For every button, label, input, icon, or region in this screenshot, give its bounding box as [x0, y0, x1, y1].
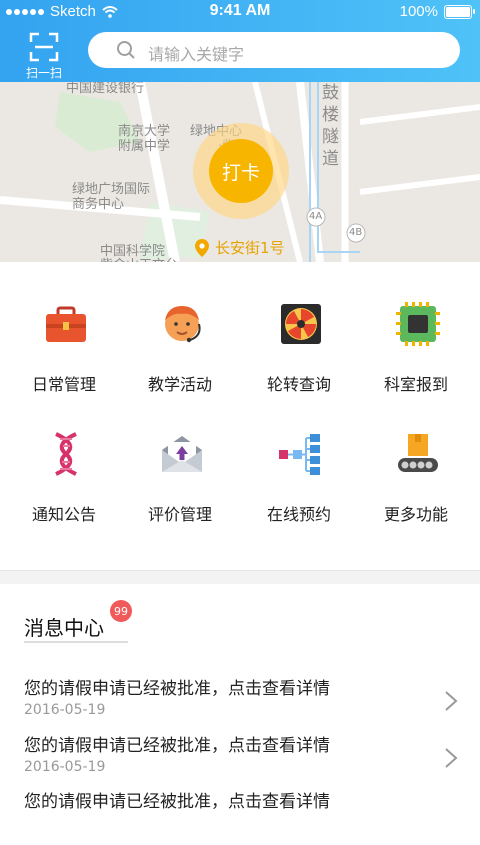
fan-icon: [281, 304, 321, 344]
function-evaluation-management[interactable]: 评价管理: [120, 392, 240, 524]
status-bar: Sketch 9:41 AM 100%: [0, 0, 480, 24]
current-location: 长安街1号: [195, 237, 285, 258]
search-input[interactable]: 请输入关键字: [88, 32, 460, 68]
map-label-bank: 中国建设银行: [66, 82, 145, 96]
title-underline: [24, 641, 128, 643]
function-department-checkin[interactable]: 科室报到: [356, 262, 476, 394]
function-online-booking[interactable]: 在线预约: [239, 392, 359, 524]
message-date: 2016-05-19: [24, 759, 106, 775]
app-header: Sketch 9:41 AM 100% 扫一扫 请输入关键字: [0, 0, 480, 82]
punch-in-button[interactable]: 打卡: [209, 139, 273, 203]
scan-label: 扫一扫: [25, 66, 62, 80]
map-label-school-line2: 附属中学: [118, 139, 171, 154]
teacher-icon: [165, 306, 201, 343]
function-label: 评价管理: [147, 505, 212, 524]
map-view[interactable]: 中国建设银行 南京大学 附属中学 绿地中心 ·紫 绿地广场国际 商务中心 中国科…: [0, 82, 480, 262]
map-label-academy-line2: 紫金山天文台: [100, 254, 178, 262]
function-rotation-query[interactable]: 轮转查询: [239, 262, 359, 394]
scan-button[interactable]: 扫一扫: [16, 30, 72, 80]
battery-icon: [444, 4, 475, 19]
message-item[interactable]: 您的请假申请已经被批准，点击查看详情: [24, 787, 464, 845]
briefcase-icon: [46, 306, 86, 342]
location-pin-icon: [195, 238, 209, 257]
function-notices[interactable]: 通知公告: [4, 392, 124, 524]
scan-icon: [29, 32, 59, 62]
function-label: 更多功能: [383, 505, 448, 524]
function-label: 在线预约: [266, 505, 331, 524]
dna-icon: [55, 432, 77, 476]
search-placeholder: 请输入关键字: [148, 45, 245, 64]
message-date: 2016-05-19: [24, 702, 106, 718]
unread-badge: 99: [110, 600, 132, 622]
section-divider: [0, 570, 480, 585]
map-label-plaza-line2: 商务中心: [72, 197, 125, 212]
map-label-exit-4a: 4A: [309, 211, 323, 222]
network-icon: [279, 434, 320, 475]
search-icon: [117, 41, 135, 59]
chevron-right-icon: [445, 691, 458, 711]
message-text: 您的请假申请已经被批准，点击查看详情: [24, 736, 330, 756]
envelope-icon: [162, 436, 202, 472]
location-text: 长安街1号: [215, 239, 285, 257]
message-item[interactable]: 您的请假申请已经被批准，点击查看详情 2016-05-19: [24, 731, 464, 789]
conveyor-icon: [398, 434, 438, 472]
function-grid: 日常管理 教学活动 轮转查询 科室报到 通知公告 评价管理 在线预约 更多功能: [0, 262, 480, 570]
chevron-right-icon: [445, 748, 458, 768]
message-text: 您的请假申请已经被批准，点击查看详情: [24, 679, 330, 699]
function-daily-management[interactable]: 日常管理: [4, 262, 124, 394]
battery-percent: 100%: [399, 3, 438, 20]
message-center-title: 消息中心: [24, 616, 104, 640]
map-label-exit-4b: 4B: [349, 227, 363, 238]
message-center: 消息中心 99 您的请假申请已经被批准，点击查看详情 2016-05-19 您的…: [0, 584, 480, 812]
function-teaching-activities[interactable]: 教学活动: [120, 262, 240, 394]
chip-icon: [396, 302, 440, 346]
message-item[interactable]: 您的请假申请已经被批准，点击查看详情 2016-05-19: [24, 674, 464, 732]
function-more[interactable]: 更多功能: [356, 392, 476, 524]
map-label-tunnel: 鼓楼隧道: [322, 83, 339, 169]
function-label: 通知公告: [31, 505, 96, 524]
